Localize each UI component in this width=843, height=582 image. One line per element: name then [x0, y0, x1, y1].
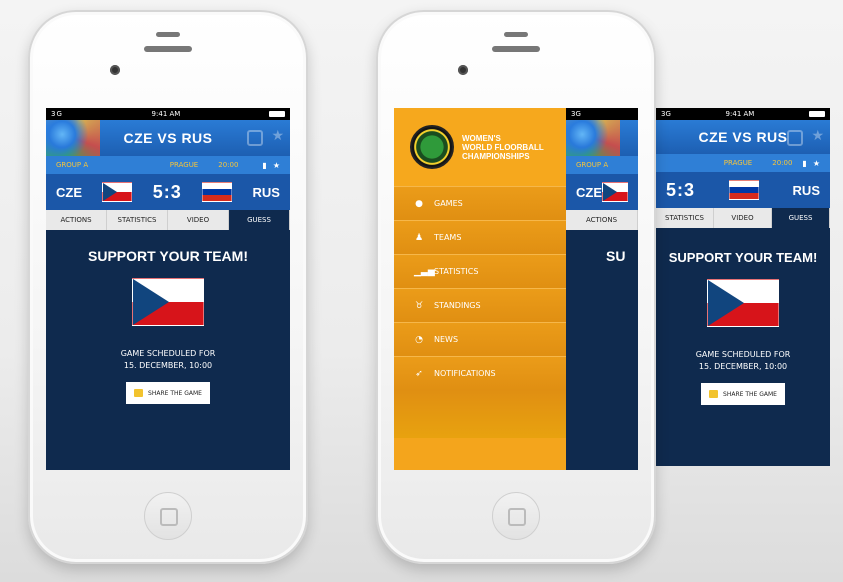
home-team: CZE — [56, 184, 82, 200]
battery-icon — [268, 111, 285, 117]
home-button[interactable] — [492, 492, 540, 540]
czech-flag-icon — [602, 182, 628, 202]
iff-logo-icon — [410, 125, 454, 169]
tab-bar: ACTIONS STATISTICS VIDEO GUESS — [46, 210, 290, 230]
speaker — [144, 46, 192, 52]
match-header: CZE VS RUS ★ — [46, 120, 290, 156]
speaker-small — [156, 32, 180, 37]
ball-icon: ● — [415, 198, 423, 209]
home-button[interactable] — [144, 492, 192, 540]
guess-panel: SUPPORT YOUR TEAM! GAME SCHEDULED FOR 15… — [46, 230, 290, 470]
carrier-label: 3G — [51, 110, 63, 118]
star-icon[interactable]: ★ — [813, 159, 820, 168]
menu-item-notifications[interactable]: ➶ NOTIFICATIONS — [394, 356, 566, 390]
menu-item-news[interactable]: ◔ NEWS — [394, 322, 566, 356]
score: 5:3 — [152, 181, 182, 202]
screen-background-duplicate: 3G 9:41 AM CZE VS RUS ★ PRAGUE 20:00 ▮ ★ … — [656, 108, 830, 466]
star-icon[interactable]: ★ — [811, 129, 824, 146]
side-menu: WOMEN'S WORLD FLOORBALL CHAMPIONSHIPS ● … — [394, 108, 566, 470]
match-info-bar: GROUP A PRAGUE 20:00 ▮ ★ — [46, 156, 290, 174]
comment-icon[interactable]: ▮ — [802, 159, 806, 168]
comment-icon[interactable] — [247, 130, 264, 146]
clock: 9:41 AM — [151, 110, 181, 118]
people-icon: ♟ — [414, 232, 424, 243]
menu-footer-area — [394, 390, 566, 438]
menu-logo-icon — [566, 120, 620, 156]
away-team: RUS — [252, 184, 280, 200]
tab-statistics[interactable]: STATISTICS — [107, 210, 168, 230]
comment-icon[interactable] — [787, 130, 804, 146]
star-icon[interactable]: ★ — [271, 129, 284, 146]
tab-video[interactable]: VIDEO — [168, 210, 229, 230]
comment-icon[interactable]: ▮ — [262, 161, 266, 170]
front-camera — [458, 65, 468, 75]
chat-icon — [134, 389, 144, 397]
medal-icon: ♉ — [414, 300, 424, 311]
rss-icon: ◔ — [415, 334, 423, 345]
screen-match: 3G 9:41 AM CZE VS RUS ★ GROUP A PRAGUE 2… — [46, 108, 290, 470]
speaker-small — [504, 32, 528, 37]
speaker — [492, 46, 540, 52]
menu-logo-icon[interactable] — [46, 120, 100, 156]
menu-item-teams[interactable]: ♟ TEAMS — [394, 220, 566, 254]
menu-item-games[interactable]: ● GAMES — [394, 186, 566, 220]
menu-header: WOMEN'S WORLD FLOORBALL CHAMPIONSHIPS — [394, 108, 566, 186]
support-headline: SUPPORT YOUR TEAM! — [88, 248, 248, 264]
share-button[interactable]: SHARE THE GAME — [701, 383, 785, 405]
group-label: GROUP A — [576, 161, 609, 169]
phone-middle: WOMEN'S WORLD FLOORBALL CHAMPIONSHIPS ● … — [376, 10, 656, 564]
menu-list: ● GAMES ♟ TEAMS ▁▃▅ STATISTICS ♉ STANDIN… — [394, 186, 566, 390]
rocket-icon: ➶ — [415, 368, 423, 379]
chat-icon — [709, 390, 719, 398]
tab-guess[interactable]: GUESS — [229, 210, 290, 230]
czech-flag-large-icon[interactable] — [707, 279, 779, 327]
venue-label: PRAGUE — [169, 161, 199, 169]
menu-item-statistics[interactable]: ▁▃▅ STATISTICS — [394, 254, 566, 288]
match-screen-peek[interactable]: 3G GROUP A CZE ACTIONS SU — [566, 108, 638, 470]
phone-left: 3G 9:41 AM CZE VS RUS ★ GROUP A PRAGUE 2… — [28, 10, 308, 564]
brand-text: WOMEN'S WORLD FLOORBALL CHAMPIONSHIPS — [462, 133, 544, 161]
scoreboard: CZE 5:3 RUS — [46, 174, 290, 210]
group-label: GROUP A — [56, 161, 89, 169]
share-button[interactable]: SHARE THE GAME — [126, 382, 210, 404]
czech-flag-large-icon[interactable] — [132, 278, 204, 326]
tab-actions[interactable]: ACTIONS — [46, 210, 107, 230]
russia-flag-icon — [202, 182, 233, 202]
schedule-text: GAME SCHEDULED FOR 15. DECEMBER, 10:00 — [120, 349, 216, 370]
front-camera — [110, 65, 120, 75]
time-label: 20:00 — [218, 161, 239, 169]
menu-item-standings[interactable]: ♉ STANDINGS — [394, 288, 566, 322]
bars-icon: ▁▃▅ — [414, 266, 435, 277]
star-icon[interactable]: ★ — [273, 161, 280, 170]
russia-flag-icon — [728, 180, 759, 200]
battery-icon — [808, 111, 825, 117]
czech-flag-icon — [102, 182, 133, 202]
status-bar: 3G 9:41 AM — [46, 108, 290, 120]
screen-menu: WOMEN'S WORLD FLOORBALL CHAMPIONSHIPS ● … — [394, 108, 638, 470]
